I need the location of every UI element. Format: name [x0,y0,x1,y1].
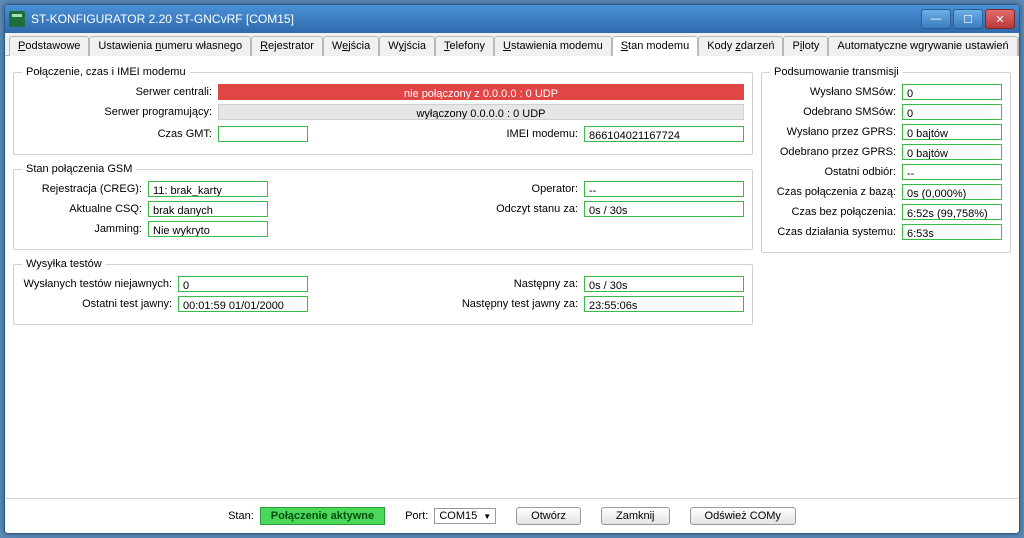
label-next: Następny za: [383,278,584,290]
label-noconn-time: Czas bez połączenia: [770,206,902,218]
tab-stan-modemu[interactable]: Stan modemu [612,36,699,56]
label-csq: Aktualne CSQ: [22,203,148,215]
maximize-button[interactable]: ☐ [953,9,983,29]
value-last-recv: -- [902,164,1002,180]
label-sent-hidden: Wysłanych testów niejawnych: [22,278,178,290]
label-server-central: Serwer centrali: [22,86,218,98]
tab-ustawienia-modemu[interactable]: Ustawienia modemu [494,36,612,56]
port-value: COM15 [439,510,477,522]
value-sms-in: 0 [902,104,1002,120]
value-read-state: 0s / 30s [584,201,744,217]
minimize-button[interactable]: — [921,9,951,29]
tab-rejestrator[interactable]: Rejestrator [251,36,323,56]
dropdown-arrow-icon: ▼ [483,512,491,521]
app-window: ST-KONFIGURATOR 2.20 ST-GNCvRF [COM15] —… [4,4,1020,534]
label-port: Port: [405,510,428,522]
value-conn-time: 0s (0,000%) [902,184,1002,200]
label-jamming: Jamming: [22,223,148,235]
label-sms-in: Odebrano SMSów: [770,106,902,118]
close-port-button[interactable]: Zamknij [601,507,670,525]
legend-summary: Podsumowanie transmisji [770,66,903,78]
label-conn-time: Czas połączenia z bazą: [770,186,902,198]
value-jamming: Nie wykryto Jammingu [148,221,268,237]
value-next-pub: 23:55:06s [584,296,744,312]
legend-tests: Wysyłka testów [22,258,106,270]
window-title: ST-KONFIGURATOR 2.20 ST-GNCvRF [COM15] [31,12,921,26]
value-sent-hidden: 0 [178,276,308,292]
label-read-state: Odczyt stanu za: [383,203,584,215]
titlebar: ST-KONFIGURATOR 2.20 ST-GNCvRF [COM15] —… [5,5,1019,33]
tab-firmware[interactable]: Firmware [1018,36,1020,56]
open-button[interactable]: Otwórz [516,507,581,525]
port-select[interactable]: COM15 ▼ [434,508,496,524]
tab-content: Połączenie, czas i IMEI modemu Serwer ce… [5,56,1019,498]
value-gmt [218,126,308,142]
tab-auto-wgrywanie[interactable]: Automatyczne wgrywanie ustawień [828,36,1017,56]
close-button[interactable]: ✕ [985,9,1015,29]
tab-kody-zdarzen[interactable]: Kody zdarzeń [698,36,783,56]
label-gmt: Czas GMT: [22,128,218,140]
tab-ustawienia-numeru[interactable]: Ustawienia numeru własnego [89,36,251,56]
label-uptime: Czas działania systemu: [770,226,902,238]
refresh-com-button[interactable]: Odśwież COMy [690,507,796,525]
legend-gsm: Stan połączenia GSM [22,163,136,175]
label-last-pub: Ostatni test jawny: [22,298,178,310]
label-creg: Rejestracja (CREG): [22,183,148,195]
label-imei: IMEI modemu: [383,128,584,140]
value-operator: -- [584,181,744,197]
value-imei: 866104021167724 [584,126,744,142]
fieldset-tests: Wysyłka testów Wysłanych testów niejawny… [13,258,753,325]
tab-piloty[interactable]: Piloty [783,36,828,56]
footer-bar: Stan: Połączenie aktywne Port: COM15 ▼ O… [5,498,1019,533]
value-sms-out: 0 [902,84,1002,100]
fieldset-summary: Podsumowanie transmisji Wysłano SMSów: 0 … [761,66,1011,253]
label-operator: Operator: [383,183,584,195]
fieldset-connection: Połączenie, czas i IMEI modemu Serwer ce… [13,66,753,155]
tab-telefony[interactable]: Telefony [435,36,494,56]
value-state: Połączenie aktywne [260,507,385,525]
label-next-pub: Następny test jawny za: [383,298,584,310]
tab-wyjscia[interactable]: Wyjścia [379,36,435,56]
value-next: 0s / 30s [584,276,744,292]
value-csq: brak danych [148,201,268,217]
label-sms-out: Wysłano SMSów: [770,86,902,98]
label-server-prog: Serwer programujący: [22,106,218,118]
label-gprs-in: Odebrano przez GPRS: [770,146,902,158]
value-server-prog: wyłączony 0.0.0.0 : 0 UDP [218,104,744,120]
value-gprs-in: 0 bajtów [902,144,1002,160]
value-gprs-out: 0 bajtów [902,124,1002,140]
fieldset-gsm: Stan połączenia GSM Rejestracja (CREG): … [13,163,753,250]
value-uptime: 6:53s [902,224,1002,240]
label-last-recv: Ostatni odbiór: [770,166,902,178]
tab-podstawowe[interactable]: Podstawowe [9,36,89,56]
tab-wejscia[interactable]: Wejścia [323,36,379,56]
legend-connection: Połączenie, czas i IMEI modemu [22,66,190,78]
value-noconn-time: 6:52s (99,758%) [902,204,1002,220]
label-state: Stan: [228,510,254,522]
value-creg: 11: brak_karty [148,181,268,197]
app-icon [9,11,25,27]
value-last-pub: 00:01:59 01/01/2000 [178,296,308,312]
label-gprs-out: Wysłano przez GPRS: [770,126,902,138]
value-server-central: nie połączony z 0.0.0.0 : 0 UDP [218,84,744,100]
tabstrip: Podstawowe Ustawienia numeru własnego Re… [5,33,1019,56]
